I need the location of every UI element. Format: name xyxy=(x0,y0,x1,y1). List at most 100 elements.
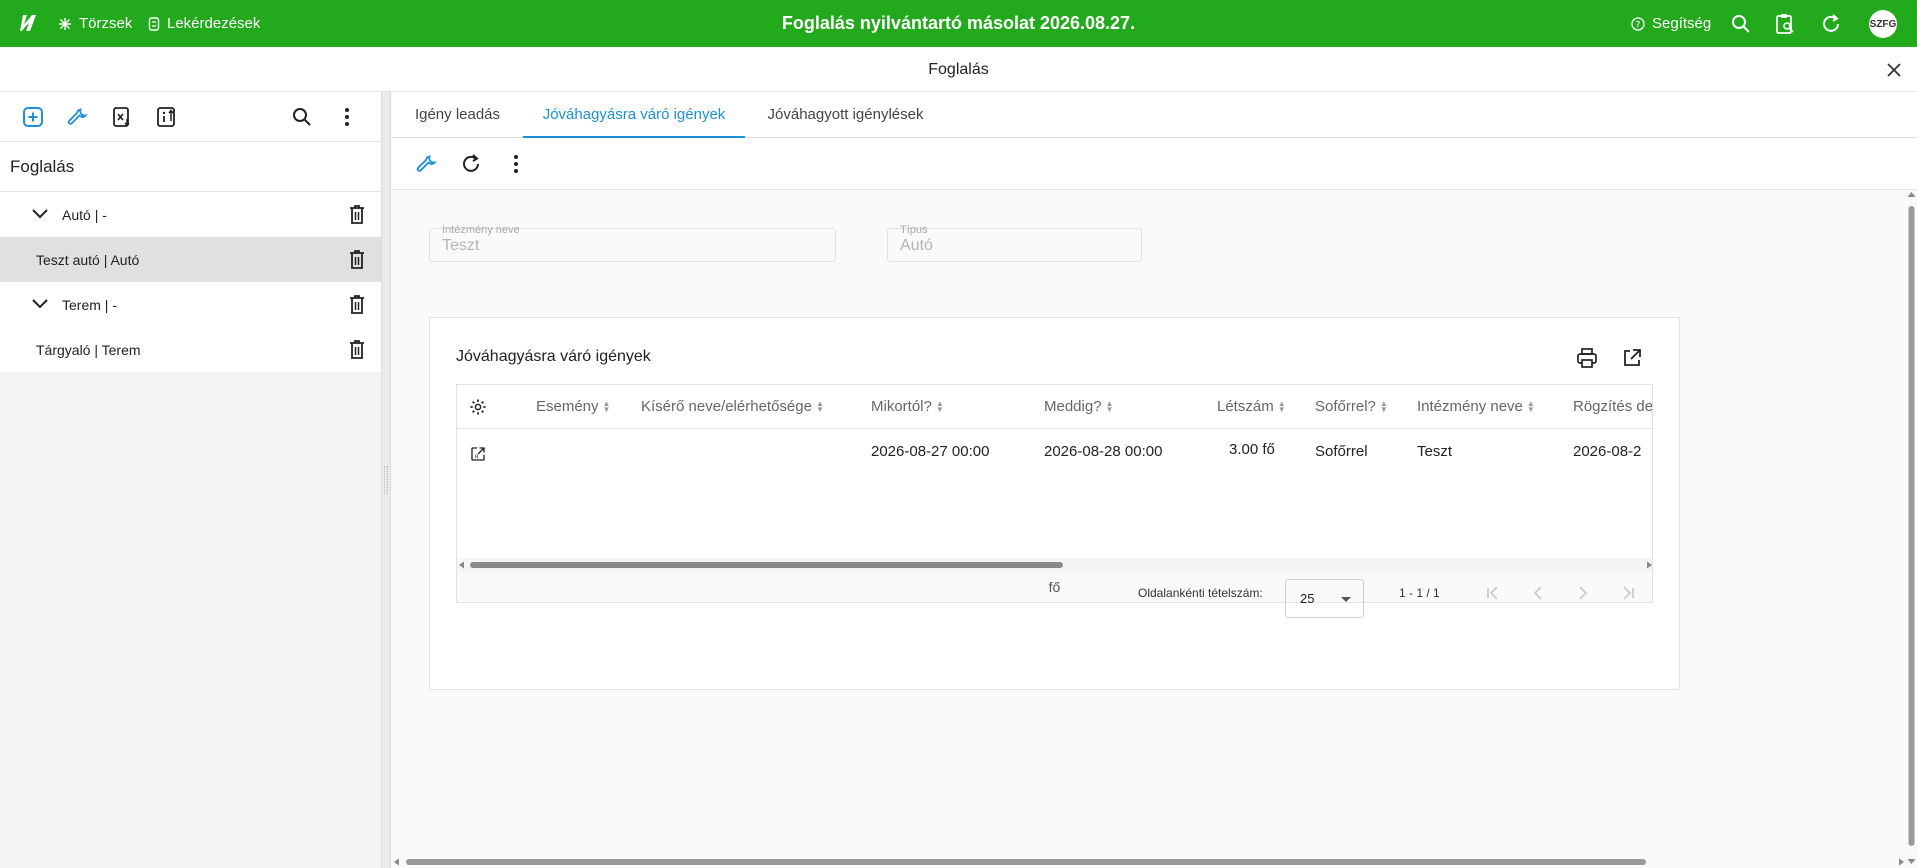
cell-driver: Sofőrrel xyxy=(1315,443,1368,460)
tree-item-auto[interactable]: Autó | - xyxy=(0,192,381,237)
column-header-escort[interactable]: Kísérő neve/elérhetősége ▲ ▼ xyxy=(641,385,824,429)
grid-horizontal-scrollbar[interactable] xyxy=(457,558,1653,572)
sidebar-search-icon[interactable] xyxy=(290,105,314,129)
column-header-recorded[interactable]: Rögzítés de xyxy=(1573,385,1653,429)
tab-igeny-leadas[interactable]: Igény leadás xyxy=(392,92,523,138)
prev-page-icon[interactable] xyxy=(1528,583,1548,603)
tree-item-label: Tárgyaló | Terem xyxy=(36,341,141,358)
tree-item-terem[interactable]: Terem | - xyxy=(0,282,381,327)
main-horizontal-scrollbar[interactable] xyxy=(392,856,1906,868)
column-header-institution[interactable]: Intézmény neve ▲ ▼ xyxy=(1417,385,1535,429)
top-bar: Törzsek Lekérdezések Foglalás nyilvántar… xyxy=(0,0,1917,47)
sort-icon: ▲ ▼ xyxy=(1105,399,1114,415)
help-icon: ? xyxy=(1631,16,1645,31)
nav-lekerdezesek[interactable]: Lekérdezések xyxy=(148,0,260,47)
per-page-label: Oldalankénti tételszám: xyxy=(1138,586,1263,600)
close-icon[interactable] xyxy=(1883,59,1905,81)
print-icon[interactable] xyxy=(1575,346,1599,370)
sort-icon: ▲ ▼ xyxy=(1277,399,1286,415)
wrench-icon[interactable] xyxy=(415,152,439,176)
gear-icon[interactable] xyxy=(469,398,487,416)
trash-icon[interactable] xyxy=(347,293,367,315)
tree-item-label: Terem | - xyxy=(62,296,117,313)
last-page-icon[interactable] xyxy=(1618,583,1638,603)
tree-item-label: Autó | - xyxy=(62,206,107,223)
pending-requests-card: Jóváhagyásra váró igények Esemény ▲ ▼ Kísé… xyxy=(429,317,1680,690)
cell-recorded: 2026-08-2 xyxy=(1573,443,1642,460)
card-title: Jóváhagyásra váró igények xyxy=(456,348,651,365)
content-toolbar xyxy=(392,138,1917,190)
excel-export-icon[interactable] xyxy=(110,105,134,129)
sidebar-title: Foglalás xyxy=(0,142,381,192)
column-header-from[interactable]: Mikortól? ▲ ▼ xyxy=(871,385,944,429)
per-page-value: 25 xyxy=(1300,591,1315,606)
cell-to: 2026-08-28 00:00 xyxy=(1044,443,1163,460)
column-label: Létszám xyxy=(1217,398,1274,415)
help-button[interactable]: ? Segítség xyxy=(1631,0,1711,47)
grid-header: Esemény ▲ ▼ Kísérő neve/elérhetősége ▲ ▼ Mik… xyxy=(457,385,1653,429)
first-page-icon[interactable] xyxy=(1483,583,1503,603)
clipboard-search-icon[interactable] xyxy=(1773,12,1797,36)
main-vertical-scrollbar[interactable] xyxy=(1906,186,1917,868)
sort-icon: ▲ ▼ xyxy=(815,399,824,415)
svg-text:?: ? xyxy=(1636,20,1641,30)
column-header-event[interactable]: Esemény ▲ ▼ xyxy=(536,385,610,429)
refresh-icon[interactable] xyxy=(1819,12,1843,36)
chevron-down-icon[interactable] xyxy=(30,294,50,314)
column-header-to[interactable]: Meddig? ▲ ▼ xyxy=(1044,385,1113,429)
tab-jovahagyott[interactable]: Jóváhagyott igénylések xyxy=(745,92,946,138)
nav-torzsek[interactable]: Törzsek xyxy=(58,0,132,47)
column-label: Kísérő neve/elérhetősége xyxy=(641,398,812,415)
sidebar: Foglalás Autó | - Teszt autó | Autó Tere… xyxy=(0,92,381,868)
data-grid: Esemény ▲ ▼ Kísérő neve/elérhetősége ▲ ▼ Mik… xyxy=(456,384,1653,573)
refresh-icon[interactable] xyxy=(459,152,483,176)
grid-summary-footer: fő xyxy=(456,572,1653,603)
type-field-label: Típus xyxy=(900,224,928,236)
splitter-grip[interactable] xyxy=(384,466,388,494)
tree-item-label: Teszt autó | Autó xyxy=(36,251,140,268)
cell-institution: Teszt xyxy=(1417,443,1453,460)
column-label: Esemény xyxy=(536,398,599,415)
type-field[interactable]: Típus Autó xyxy=(887,224,1142,262)
svg-text:R: R xyxy=(475,455,479,461)
open-record-icon[interactable]: R xyxy=(469,445,487,463)
sort-icon: ▲ ▼ xyxy=(935,399,944,415)
more-vert-icon[interactable] xyxy=(335,105,359,129)
next-page-icon[interactable] xyxy=(1573,583,1593,603)
institution-field[interactable]: Intézmény neve Teszt xyxy=(429,224,836,262)
more-vert-icon[interactable] xyxy=(504,152,528,176)
institution-field-label: Intézmény neve xyxy=(442,224,520,236)
tree-item-teszt-auto[interactable]: Teszt autó | Autó xyxy=(0,237,381,282)
column-header-driver[interactable]: Sofőrrel? ▲ ▼ xyxy=(1315,385,1388,429)
column-label: Intézmény neve xyxy=(1417,398,1523,415)
app-logo-icon[interactable] xyxy=(18,12,40,34)
sort-icon: ▲ ▼ xyxy=(1526,399,1535,415)
sort-icon: ▲ ▼ xyxy=(602,399,611,415)
help-label: Segítség xyxy=(1652,15,1712,32)
tab-bar: Igény leadás Jóváhagyásra váró igények J… xyxy=(392,92,1917,138)
trash-icon[interactable] xyxy=(347,248,367,270)
column-label: Rögzítés de xyxy=(1573,398,1653,415)
wrench-icon[interactable] xyxy=(66,105,90,129)
column-header-count[interactable]: Létszám ▲ ▼ xyxy=(1217,385,1286,429)
trash-icon[interactable] xyxy=(347,203,367,225)
tab-jovahagyasra-varo[interactable]: Jóváhagyásra váró igények xyxy=(523,92,745,138)
institution-field-value: Teszt xyxy=(442,237,480,254)
nav-lekerdezesek-label: Lekérdezések xyxy=(167,15,261,32)
tree-item-targyalo[interactable]: Tárgyaló | Terem xyxy=(0,327,381,372)
dropdown-arrow-icon xyxy=(1341,597,1351,602)
column-label: Meddig? xyxy=(1044,398,1102,415)
per-page-select[interactable]: 25 xyxy=(1285,579,1364,618)
cell-count: 3.00 fő xyxy=(1229,441,1275,458)
search-icon[interactable] xyxy=(1729,12,1753,36)
open-external-icon[interactable] xyxy=(1620,346,1644,370)
app-title: Foglalás nyilvántartó másolat 2026.08.27… xyxy=(781,13,1136,33)
column-label: Sofőrrel? xyxy=(1315,398,1376,415)
window-title: Foglalás xyxy=(0,47,1917,92)
add-icon[interactable] xyxy=(21,105,45,129)
snowflake-icon xyxy=(59,17,71,30)
user-avatar[interactable]: SZFG xyxy=(1869,10,1897,38)
chevron-down-icon[interactable] xyxy=(30,204,50,224)
trash-icon[interactable] xyxy=(347,338,367,360)
info-sort-icon[interactable] xyxy=(155,105,179,129)
